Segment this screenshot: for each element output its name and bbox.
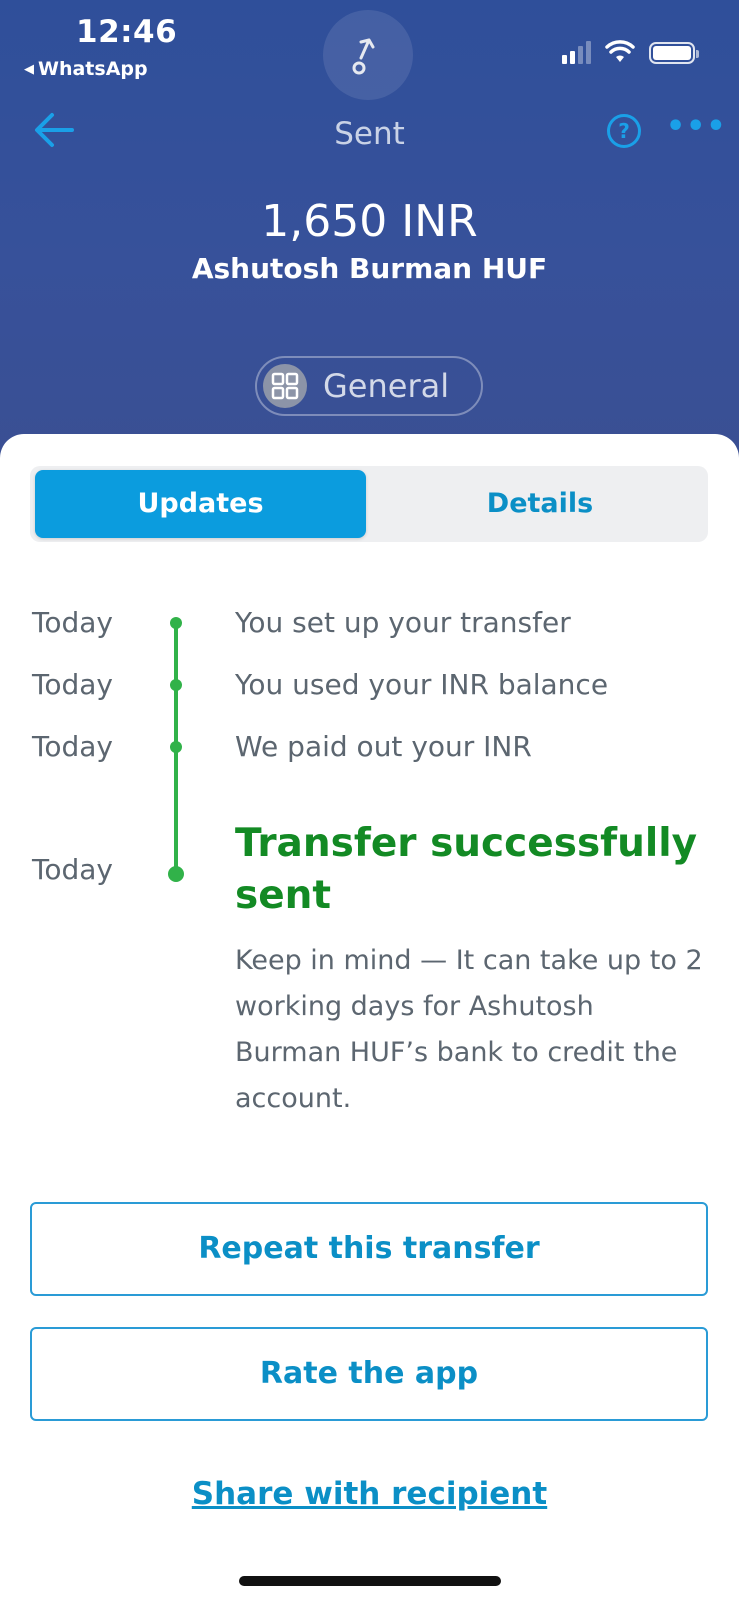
timeline-dot-final <box>168 866 184 882</box>
screen-recording-indicator <box>323 10 413 100</box>
transfer-header: 12:46 ◀ WhatsApp Sent ? ••• 1,650 INR Ash… <box>0 0 739 470</box>
credit-time-note: Keep in mind — It can take up to 2 worki… <box>235 945 703 1114</box>
grid-icon <box>263 364 307 408</box>
timeline-date: Today <box>32 853 113 886</box>
rate-app-button[interactable]: Rate the app <box>30 1327 708 1421</box>
tab-updates[interactable]: Updates <box>35 470 366 538</box>
timeline-date: Today <box>32 730 113 763</box>
recipient-name: Ashutosh Burman HUF <box>191 252 548 285</box>
signal-icon <box>562 40 591 64</box>
share-with-recipient-link[interactable]: Share with recipient <box>0 1476 739 1512</box>
battery-icon <box>649 42 699 64</box>
timeline-event: You set up your transfer <box>235 606 571 639</box>
home-indicator[interactable] <box>239 1576 501 1586</box>
tab-bar: Updates Details <box>30 466 708 542</box>
timeline-date: Today <box>32 668 113 701</box>
timeline-event: We paid out your INR <box>235 730 532 763</box>
transfer-amount: 1,650 INR <box>261 196 478 247</box>
category-label: General <box>323 367 450 405</box>
tab-details[interactable]: Details <box>375 470 705 538</box>
back-triangle-icon: ◀ <box>24 62 34 77</box>
category-pill[interactable]: General <box>255 356 483 416</box>
status-time: 12:46 <box>76 14 178 50</box>
timeline-dot <box>170 741 182 753</box>
timeline-event: You used your INR balance <box>235 668 609 701</box>
repeat-transfer-button[interactable]: Repeat this transfer <box>30 1202 708 1296</box>
back-to-whatsapp[interactable]: ◀ WhatsApp <box>24 58 148 80</box>
transfer-success-heading: Transfer successfully sent <box>235 821 698 918</box>
status-icons <box>562 36 699 64</box>
more-options-icon[interactable]: ••• <box>666 112 726 147</box>
wifi-icon <box>605 40 635 62</box>
back-app-label: WhatsApp <box>38 58 148 80</box>
timeline-dot <box>170 679 182 691</box>
timeline-date: Today <box>32 606 113 639</box>
timeline-dot <box>170 617 182 629</box>
help-icon[interactable]: ? <box>607 114 641 148</box>
route-icon <box>352 38 375 75</box>
